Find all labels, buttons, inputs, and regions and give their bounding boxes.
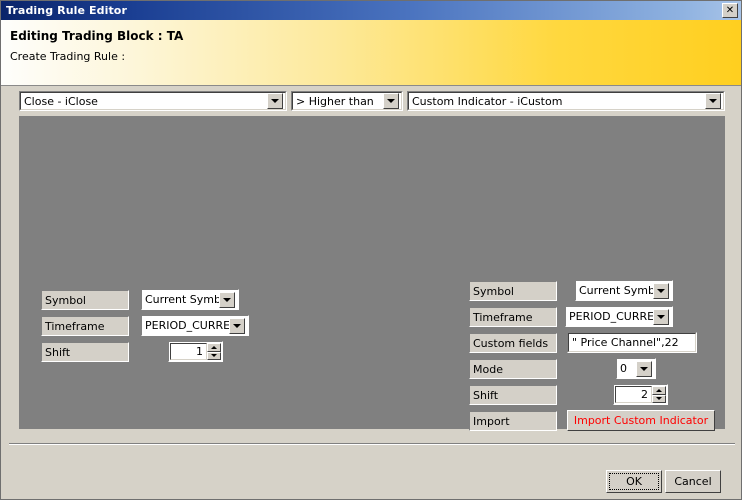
left-symbol-label: Symbol: [41, 290, 129, 310]
cancel-button[interactable]: Cancel: [665, 470, 721, 493]
chevron-down-icon[interactable]: [653, 282, 669, 299]
spinner-down-icon[interactable]: [652, 394, 666, 403]
left-operand-dropdown[interactable]: Close - iClose: [19, 91, 287, 111]
right-timeframe-label: Timeframe: [469, 307, 557, 327]
chevron-down-icon[interactable]: [383, 93, 399, 109]
left-shift-value[interactable]: 1: [170, 343, 207, 360]
trading-rule-editor-window: Trading Rule Editor ✕ Editing Trading Bl…: [0, 0, 742, 500]
left-shift-label: Shift: [41, 342, 129, 362]
right-symbol-value: Current Symbol: [579, 284, 653, 297]
rule-parameters-panel: Symbol Current Symbol Timeframe PERIOD_C…: [19, 116, 725, 431]
chevron-down-icon[interactable]: [229, 317, 245, 334]
ok-button[interactable]: OK: [606, 470, 662, 493]
operator-dropdown[interactable]: > Higher than: [291, 91, 403, 111]
chevron-down-icon[interactable]: [705, 93, 721, 109]
chevron-down-icon[interactable]: [653, 308, 669, 325]
operator-value: > Higher than: [296, 94, 374, 108]
right-custom-fields-value[interactable]: " Price Channel",22: [568, 333, 696, 352]
right-timeframe-dropdown[interactable]: PERIOD_CURRENT: [565, 306, 673, 327]
right-operand-value: Custom Indicator - iCustom: [412, 94, 563, 108]
spinner-up-icon[interactable]: [207, 343, 221, 352]
spinner-up-icon[interactable]: [652, 386, 666, 395]
right-mode-label: Mode: [469, 359, 557, 379]
right-custom-fields-input[interactable]: " Price Channel",22: [567, 332, 697, 353]
left-shift-stepper[interactable]: 1: [168, 341, 223, 362]
left-timeframe-dropdown[interactable]: PERIOD_CURRENT: [141, 315, 249, 336]
right-timeframe-value: PERIOD_CURRENT: [569, 310, 653, 323]
chevron-down-icon[interactable]: [267, 93, 283, 109]
right-shift-value[interactable]: 2: [615, 386, 652, 403]
window-titlebar: Trading Rule Editor ✕: [1, 1, 741, 20]
right-symbol-label: Symbol: [469, 281, 557, 301]
footer-divider: [9, 443, 735, 445]
right-mode-value: 0: [620, 362, 627, 375]
chevron-down-icon[interactable]: [636, 360, 652, 377]
left-operand-value: Close - iClose: [24, 94, 98, 108]
right-custom-fields-label: Custom fields: [469, 333, 557, 353]
close-icon[interactable]: ✕: [722, 3, 738, 18]
right-symbol-dropdown[interactable]: Current Symbol: [575, 280, 673, 301]
import-custom-indicator-button[interactable]: Import Custom Indicator: [567, 410, 715, 431]
right-mode-dropdown[interactable]: 0: [616, 358, 656, 379]
right-shift-stepper[interactable]: 2: [613, 384, 668, 405]
dialog-header: Editing Trading Block : TA Create Tradin…: [1, 20, 741, 86]
window-title: Trading Rule Editor: [6, 4, 127, 17]
chevron-down-icon[interactable]: [219, 291, 235, 308]
left-symbol-value: Current Symbol: [145, 293, 219, 306]
left-timeframe-value: PERIOD_CURRENT: [145, 319, 229, 332]
right-operand-dropdown[interactable]: Custom Indicator - iCustom: [407, 91, 725, 111]
editing-block-title: Editing Trading Block : TA: [10, 29, 184, 43]
left-timeframe-label: Timeframe: [41, 316, 129, 336]
spinner-down-icon[interactable]: [207, 351, 221, 360]
dialog-body: Close - iClose > Higher than Custom Indi…: [1, 86, 741, 499]
right-shift-label: Shift: [469, 385, 557, 405]
cancel-button-label: Cancel: [674, 475, 712, 488]
rule-expression-row: Close - iClose > Higher than Custom Indi…: [1, 86, 742, 114]
create-rule-subtitle: Create Trading Rule :: [10, 50, 126, 63]
ok-button-label: OK: [626, 475, 642, 488]
right-import-label: Import: [469, 411, 557, 431]
left-symbol-dropdown[interactable]: Current Symbol: [141, 289, 239, 310]
